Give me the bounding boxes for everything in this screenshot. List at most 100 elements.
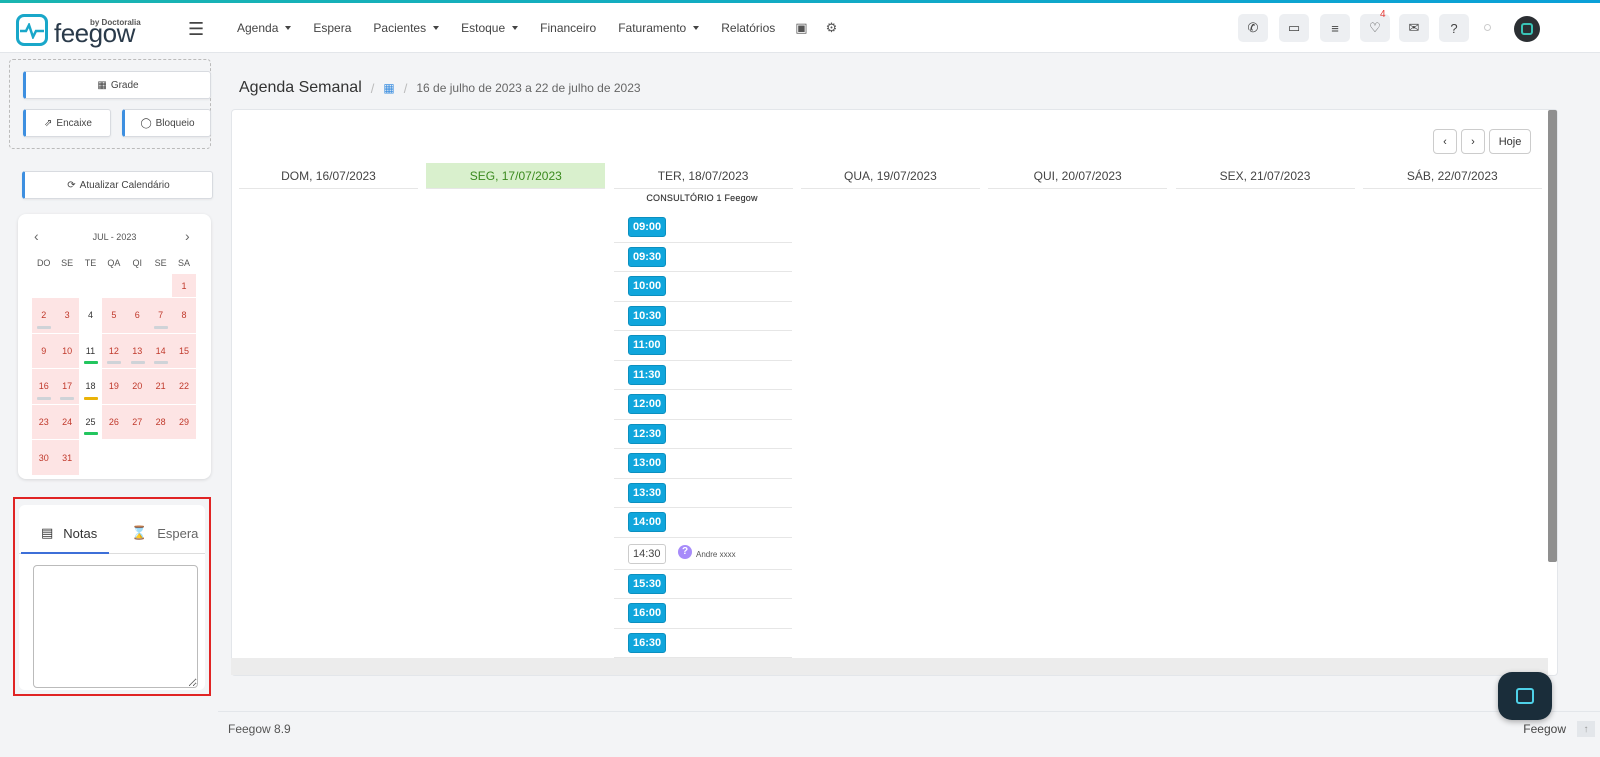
calendar-day-30[interactable]: 30 — [32, 440, 56, 476]
nav-financeiro[interactable]: Financeiro — [529, 21, 607, 35]
next-month-icon[interactable]: › — [185, 228, 190, 244]
time-slot-row[interactable]: 13:30 — [614, 479, 792, 508]
nav-agenda[interactable]: Agenda — [226, 21, 302, 35]
assistant-fab[interactable] — [1498, 672, 1552, 720]
calendar-day-10[interactable]: 10 — [55, 333, 79, 370]
calendar-day-25[interactable]: 25 — [78, 405, 103, 441]
time-slot-row[interactable]: 14:00 — [614, 508, 792, 538]
nav-espera[interactable]: Espera — [302, 21, 362, 35]
time-slot-row[interactable]: 10:30 — [614, 302, 792, 331]
time-slot-row[interactable]: 14:30? Andre xxxx — [614, 538, 792, 570]
inbox-icon[interactable]: ▭ — [1279, 14, 1309, 42]
time-slot-row[interactable]: 09:30 — [614, 243, 792, 272]
menu-toggle-icon[interactable]: ☰ — [188, 20, 204, 38]
time-slot-row[interactable]: 09:00 — [614, 213, 792, 243]
time-slot-row[interactable]: 16:00 — [614, 599, 792, 629]
patient-name[interactable]: Andre xxxx — [696, 550, 736, 559]
time-chip[interactable]: 13:30 — [628, 482, 667, 503]
calendar-day-23[interactable]: 23 — [32, 404, 56, 441]
gear-icon[interactable]: ⚙ — [817, 20, 847, 36]
phone-icon[interactable]: ✆ — [1238, 14, 1268, 42]
database-icon[interactable]: ▣ — [786, 20, 816, 36]
user-avatar[interactable] — [1514, 16, 1540, 42]
calendar-day-3[interactable]: 3 — [55, 298, 79, 334]
time-chip[interactable]: 11:00 — [628, 335, 666, 355]
calendar-day-22[interactable]: 22 — [172, 369, 196, 405]
calendar-day-14[interactable]: 14 — [148, 333, 173, 370]
time-slot-row[interactable]: 13:00 — [614, 449, 792, 479]
calendar-day-31[interactable]: 31 — [55, 440, 79, 476]
tab-espera[interactable]: ⌛ Espera — [131, 525, 198, 541]
time-chip[interactable]: 09:00 — [628, 217, 667, 237]
time-slot-row[interactable]: 12:00 — [614, 390, 792, 420]
calendar-day-28[interactable]: 28 — [148, 404, 173, 441]
nav-relatorios[interactable]: Relatórios — [710, 21, 786, 35]
day-header[interactable]: QUA, 19/07/2023 — [800, 163, 980, 189]
calendar-day-15[interactable]: 15 — [172, 333, 196, 370]
day-header[interactable]: SEG, 17/07/2023 — [426, 163, 606, 189]
calendar-day-29[interactable]: 29 — [172, 404, 196, 441]
calendar-day-21[interactable]: 21 — [148, 369, 173, 405]
calendar-day-4[interactable]: 4 — [78, 298, 103, 334]
vertical-scrollbar[interactable] — [1548, 110, 1557, 562]
day-header[interactable]: TER, 18/07/2023 — [613, 163, 793, 189]
time-chip[interactable]: 14:00 — [628, 512, 667, 532]
calendar-day-11[interactable]: 11 — [78, 334, 103, 370]
calendar-day-19[interactable]: 19 — [102, 369, 126, 405]
bloqueio-button[interactable]: ◯ Bloqueio — [122, 109, 211, 137]
calendar-day-8[interactable]: 8 — [172, 298, 196, 334]
time-slot-row[interactable]: 10:00 — [614, 272, 792, 302]
calendar-day-13[interactable]: 13 — [125, 333, 149, 370]
next-week-button[interactable]: › — [1461, 129, 1485, 154]
calendar-day-27[interactable]: 27 — [125, 404, 149, 441]
calendar-icon[interactable]: ▦ — [383, 81, 394, 95]
time-chip[interactable]: 12:00 — [628, 394, 667, 414]
refresh-calendar-button[interactable]: ⟳ Atualizar Calendário — [22, 171, 213, 199]
time-slot-row[interactable]: 15:30 — [614, 570, 792, 599]
calendar-day-7[interactable]: 7 — [148, 298, 173, 334]
calendar-day-18[interactable]: 18 — [78, 369, 103, 405]
grade-button[interactable]: ▦ Grade — [23, 71, 211, 99]
nav-pacientes[interactable]: Pacientes — [362, 21, 450, 35]
calendar-day-2[interactable]: 2 — [32, 298, 56, 334]
calendar-day-17[interactable]: 17 — [55, 369, 79, 405]
time-slot-row[interactable]: 16:30 — [614, 629, 792, 658]
help-icon[interactable]: ? — [1439, 14, 1469, 42]
horizontal-scrollbar[interactable] — [231, 658, 1548, 675]
time-chip[interactable]: 12:30 — [628, 423, 667, 444]
calendar-day-6[interactable]: 6 — [125, 298, 149, 334]
calendar-day-12[interactable]: 12 — [102, 333, 126, 370]
calendar-day-26[interactable]: 26 — [102, 404, 126, 441]
prev-week-button[interactable]: ‹ — [1433, 129, 1457, 154]
tasks-icon[interactable]: ≡ — [1320, 14, 1350, 42]
time-chip[interactable]: 16:00 — [628, 603, 667, 623]
day-header[interactable]: QUI, 20/07/2023 — [988, 163, 1168, 189]
day-header[interactable]: SÁB, 22/07/2023 — [1362, 163, 1542, 189]
nav-faturamento[interactable]: Faturamento — [607, 21, 710, 35]
scroll-top-button[interactable]: ↑ — [1577, 721, 1595, 737]
time-chip[interactable]: 10:00 — [628, 276, 667, 296]
calendar-day-24[interactable]: 24 — [55, 404, 79, 441]
time-slot-row[interactable]: 11:00 — [614, 331, 792, 361]
time-chip[interactable]: 15:30 — [628, 573, 667, 594]
time-slot-row[interactable]: 12:30 — [614, 420, 792, 449]
time-chip[interactable]: 14:30 — [628, 543, 666, 564]
day-header[interactable]: DOM, 16/07/2023 — [239, 163, 418, 189]
chat-icon[interactable]: ✉ — [1399, 14, 1429, 42]
notes-textarea[interactable] — [33, 565, 198, 688]
feegow-logo[interactable]: feegow by Doctoralia — [16, 14, 146, 48]
time-chip[interactable]: 16:30 — [628, 632, 667, 653]
nav-estoque[interactable]: Estoque — [450, 21, 529, 35]
calendar-day-1[interactable]: 1 — [172, 274, 196, 298]
time-chip[interactable]: 13:00 — [628, 453, 667, 473]
time-chip[interactable]: 11:30 — [628, 364, 666, 385]
today-button[interactable]: Hoje — [1489, 129, 1531, 154]
time-chip[interactable]: 10:30 — [628, 305, 667, 326]
calendar-day-20[interactable]: 20 — [125, 369, 149, 405]
encaixe-button[interactable]: ⇗ Encaixe — [23, 109, 111, 137]
day-header[interactable]: SEX, 21/07/2023 — [1175, 163, 1355, 189]
time-chip[interactable]: 09:30 — [628, 246, 667, 267]
tab-notas[interactable]: ▤ Notas — [41, 525, 97, 541]
calendar-day-5[interactable]: 5 — [102, 298, 126, 334]
calendar-day-9[interactable]: 9 — [32, 333, 56, 370]
